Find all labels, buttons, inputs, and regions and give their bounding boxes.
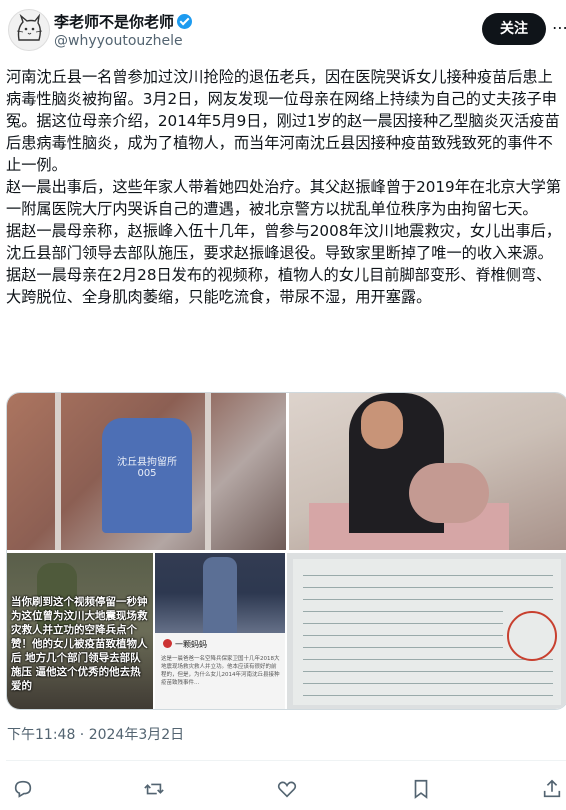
document-line [303, 695, 553, 696]
tweet-header: 李老师不是你老师 @whyyoutouzhele 关注 ⋯ [0, 0, 566, 62]
window-bar [205, 393, 211, 550]
reply-icon[interactable] [12, 778, 34, 800]
media-image-post[interactable]: 一颗蚂蚂 这是一晨爸爸一名空降兵保家卫国十几年2018大地震现场救灾救人并立功。… [155, 553, 285, 709]
daughter-figure [409, 463, 489, 523]
bookmark-icon[interactable] [410, 778, 432, 800]
divider [6, 760, 566, 761]
repost-icon[interactable] [143, 778, 165, 800]
like-icon[interactable] [276, 778, 298, 800]
author-name-row[interactable]: 李老师不是你老师 [54, 11, 193, 32]
red-stamp [507, 611, 557, 661]
tweet-paragraph: 赵一晨出事后，这些年家人带着她四处治疗。其父赵振峰曾于2019年在北京大学第一附… [6, 178, 562, 218]
document-line [303, 611, 503, 612]
document-line [303, 659, 553, 660]
media-image-soldier[interactable]: 当你刷到这个视频停留一秒钟 为这位曾为汶川大地震现场救灾救人并立功的空降兵点个赞… [7, 553, 153, 709]
document-line [303, 635, 503, 636]
more-icon[interactable]: ⋯ [552, 18, 566, 37]
tweet-paragraph: 据赵一晨母亲称，赵振峰入伍十几年，曾参与2008年汶川地震救灾，女儿出事后，沈丘… [6, 222, 562, 262]
media-image-document[interactable] [287, 553, 566, 709]
document-line [303, 671, 553, 672]
account-avatar-icon [163, 639, 172, 648]
post-text: 这是一晨爸爸一名空降兵保家卫国十几年2018大地震现场救灾救人并立功。他本应该有… [161, 656, 280, 686]
vest-text: 沈丘县拘留所 005 [117, 457, 177, 479]
post-account: 一颗蚂蚂 [163, 639, 207, 650]
author-handle[interactable]: @whyyoutouzhele [54, 33, 183, 49]
action-bar [0, 772, 566, 806]
verified-badge-icon [177, 14, 193, 29]
tweet-text: 河南沈丘县一名曾参加过汶川抢险的退伍老兵，因在医院哭诉女儿接种疫苗后患上病毒性脑… [6, 66, 562, 308]
document-line [303, 575, 553, 576]
document-line [303, 599, 553, 600]
media-image-detention[interactable]: 沈丘县拘留所 005 [7, 393, 286, 550]
tweet-paragraph: 据赵一晨母亲在2月28日发布的视频称，植物人的女儿目前脚部变形、脊椎侧弯、大跨脱… [6, 266, 552, 306]
video-caption: 当你刷到这个视频停留一秒钟 为这位曾为汶川大地震现场救灾救人并立功的空降兵点个赞… [11, 596, 148, 692]
father-face [361, 401, 403, 449]
post-account-name: 一颗蚂蚂 [175, 640, 207, 649]
avatar[interactable] [8, 9, 50, 51]
document-line [303, 647, 503, 648]
window-bar [55, 393, 61, 550]
share-icon[interactable] [541, 778, 563, 800]
document-line [303, 683, 553, 684]
tweet-paragraph: 河南沈丘县一名曾参加过汶川抢险的退伍老兵，因在医院哭诉女儿接种疫苗后患上病毒性脑… [6, 68, 560, 174]
uniform-figure [203, 557, 237, 633]
tweet-timestamp[interactable]: 下午11:48 · 2024年3月2日 [7, 724, 184, 744]
document-line [303, 623, 503, 624]
cat-avatar-icon [16, 13, 43, 41]
media-grid: 沈丘县拘留所 005 当你刷到这个视频停留一秒钟 为这位曾为汶川大地震现场救灾救… [6, 392, 566, 710]
author-name[interactable]: 李老师不是你老师 [54, 13, 174, 31]
media-image-feeding[interactable] [289, 393, 566, 550]
follow-button[interactable]: 关注 [482, 13, 546, 45]
document-line [303, 587, 553, 588]
